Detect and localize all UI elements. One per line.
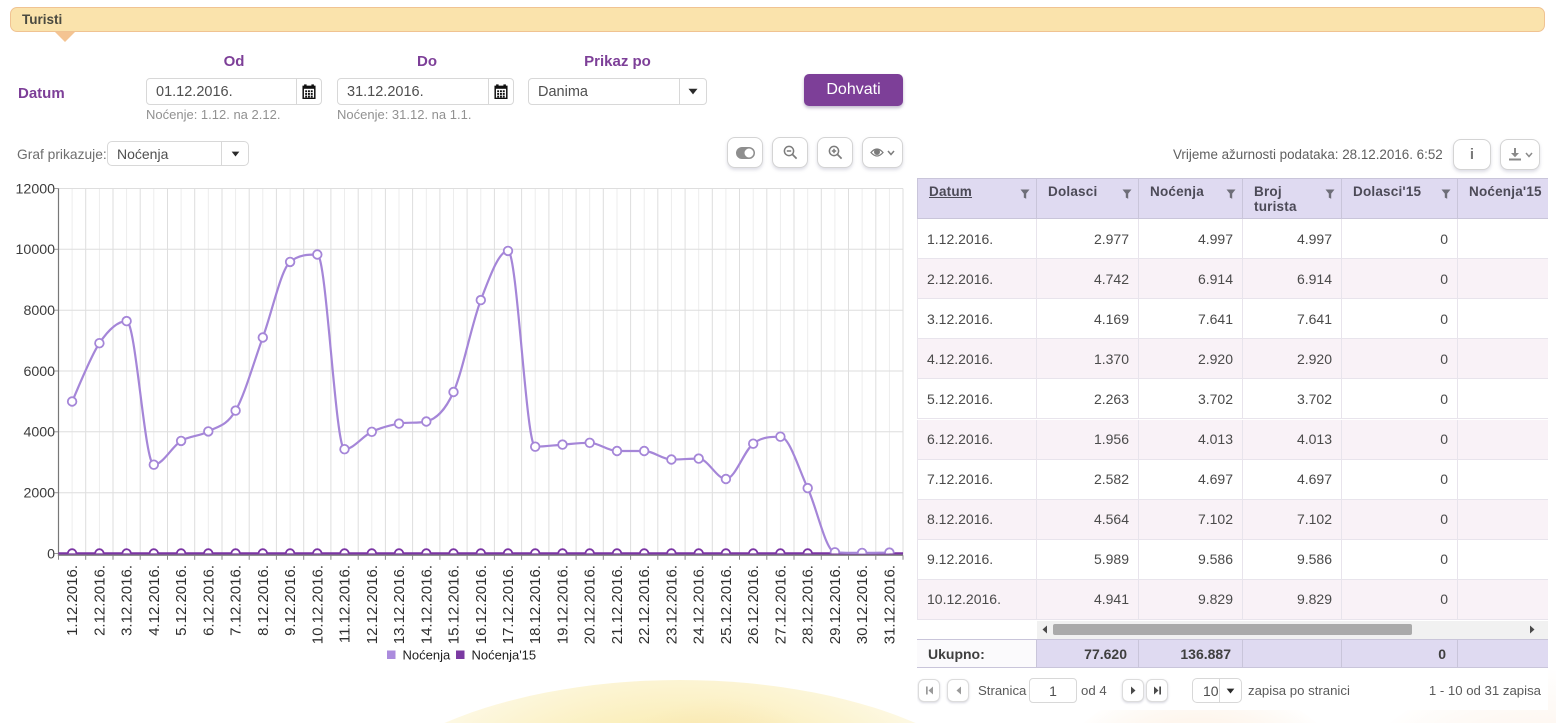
svg-text:26.12.2016.: 26.12.2016.: [745, 565, 762, 644]
svg-text:12000: 12000: [16, 181, 56, 197]
svg-text:8.12.2016.: 8.12.2016.: [255, 565, 272, 636]
svg-text:3.12.2016.: 3.12.2016.: [119, 565, 136, 636]
svg-text:10000: 10000: [16, 242, 56, 258]
svg-text:7.12.2016.: 7.12.2016.: [228, 565, 245, 636]
svg-text:15.12.2016.: 15.12.2016.: [446, 565, 463, 644]
svg-text:29.12.2016.: 29.12.2016.: [827, 565, 844, 644]
svg-text:30.12.2016.: 30.12.2016.: [854, 565, 871, 644]
svg-text:8000: 8000: [23, 303, 55, 319]
svg-text:25.12.2016.: 25.12.2016.: [718, 565, 735, 644]
svg-text:5.12.2016.: 5.12.2016.: [173, 565, 190, 636]
svg-text:31.12.2016.: 31.12.2016.: [881, 565, 898, 644]
svg-text:1.12.2016.: 1.12.2016.: [64, 565, 81, 636]
svg-text:24.12.2016.: 24.12.2016.: [691, 565, 708, 644]
svg-text:Noćenja: Noćenja: [403, 648, 451, 663]
svg-text:11.12.2016.: 11.12.2016.: [337, 565, 354, 643]
svg-text:14.12.2016.: 14.12.2016.: [418, 565, 435, 644]
svg-text:20.12.2016.: 20.12.2016.: [582, 565, 599, 644]
svg-text:Noćenja'15: Noćenja'15: [472, 648, 537, 663]
svg-text:28.12.2016.: 28.12.2016.: [800, 565, 817, 644]
svg-text:12.12.2016.: 12.12.2016.: [364, 565, 381, 644]
svg-text:9.12.2016.: 9.12.2016.: [282, 565, 299, 636]
svg-text:16.12.2016.: 16.12.2016.: [473, 565, 490, 644]
svg-text:2.12.2016.: 2.12.2016.: [91, 565, 108, 636]
svg-text:4.12.2016.: 4.12.2016.: [146, 565, 163, 636]
svg-text:2000: 2000: [23, 486, 55, 502]
svg-text:21.12.2016.: 21.12.2016.: [609, 565, 626, 644]
svg-text:19.12.2016.: 19.12.2016.: [555, 565, 572, 644]
svg-text:17.12.2016.: 17.12.2016.: [500, 565, 517, 644]
svg-text:4000: 4000: [23, 425, 55, 441]
svg-text:22.12.2016.: 22.12.2016.: [636, 565, 653, 644]
svg-text:6.12.2016.: 6.12.2016.: [200, 565, 217, 636]
svg-text:18.12.2016.: 18.12.2016.: [527, 565, 544, 644]
svg-text:23.12.2016.: 23.12.2016.: [663, 565, 680, 644]
svg-text:13.12.2016.: 13.12.2016.: [391, 565, 408, 644]
svg-text:6000: 6000: [23, 364, 55, 380]
svg-text:0: 0: [47, 546, 55, 562]
svg-text:10.12.2016.: 10.12.2016.: [309, 565, 326, 644]
svg-text:27.12.2016.: 27.12.2016.: [772, 565, 789, 644]
